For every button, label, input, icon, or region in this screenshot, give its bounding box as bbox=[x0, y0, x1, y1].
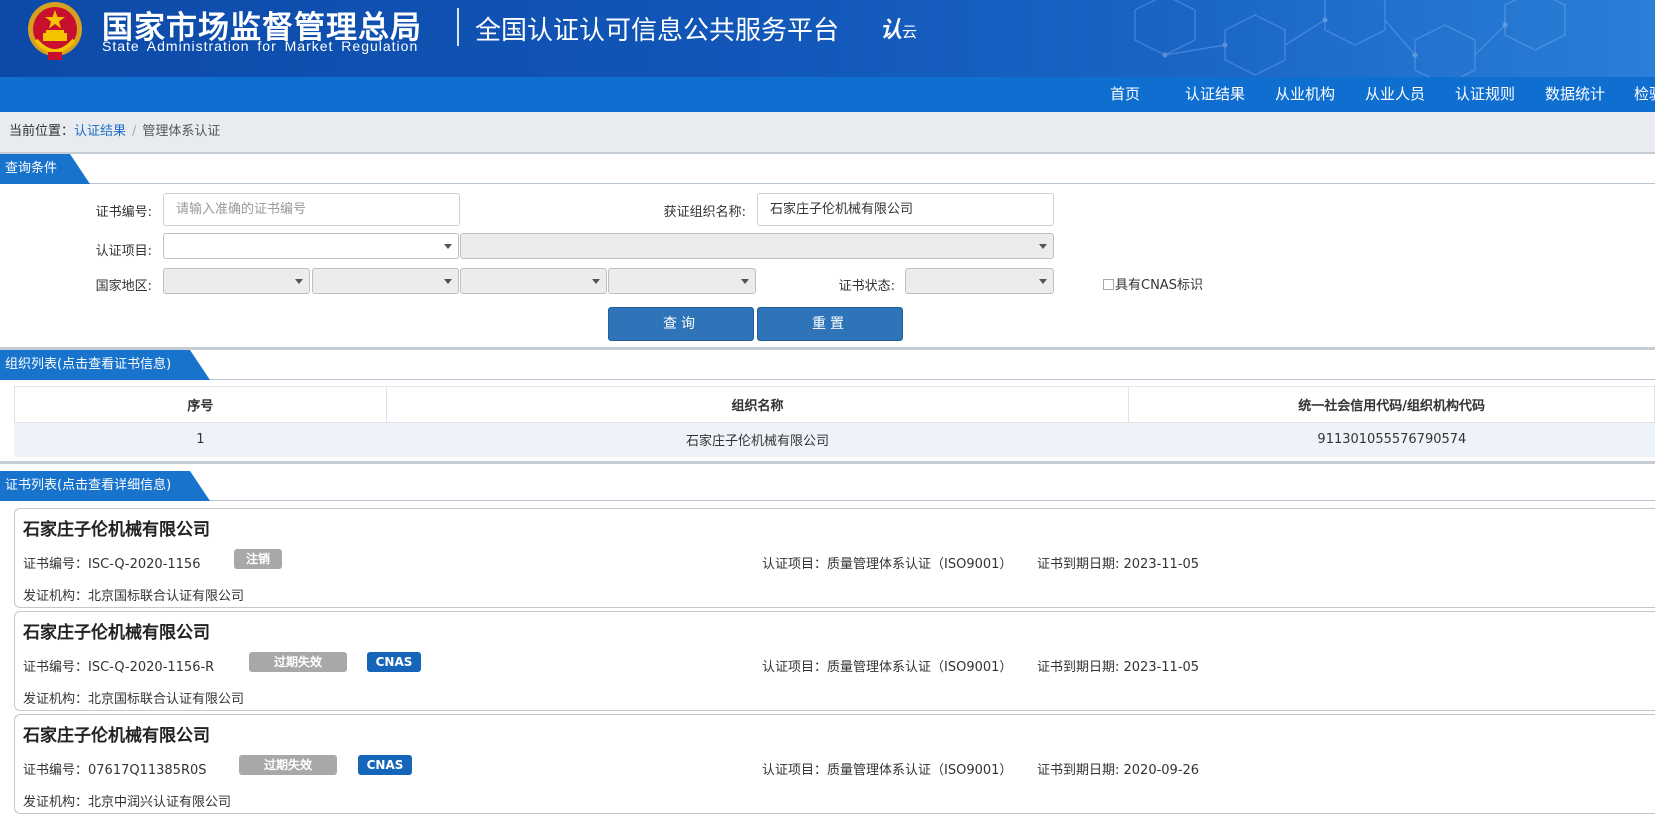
cnas-badge: CNAS bbox=[358, 755, 412, 775]
platform-name: 全国认证认可信息公共服务平台 bbox=[475, 16, 840, 46]
cert-issuer: 发证机构：北京中润兴认证有限公司 bbox=[23, 795, 232, 810]
cnas-checkbox-label: 具有CNAS标识 bbox=[1115, 278, 1203, 293]
cert-org-name: 石家庄子伦机械有限公司 bbox=[23, 520, 210, 540]
chevron-down-icon bbox=[741, 279, 749, 284]
cert-item-select[interactable] bbox=[163, 233, 459, 259]
chevron-down-icon bbox=[295, 279, 303, 284]
brand-logo-text: 认 bbox=[880, 17, 903, 43]
status-select[interactable] bbox=[905, 268, 1054, 294]
header-divider bbox=[457, 8, 459, 46]
breadcrumb-link-cert-results[interactable]: 认证结果 bbox=[74, 124, 126, 139]
org-table-header-row: 序号 组织名称 统一社会信用代码/组织机构代码 bbox=[14, 386, 1655, 423]
status-badge: 过期失效 bbox=[249, 652, 347, 672]
reset-button[interactable]: 重置 bbox=[757, 307, 903, 341]
hexagon-pattern-decoration bbox=[1134, 0, 1566, 77]
cert-org-name: 石家庄子伦机械有限公司 bbox=[23, 623, 210, 643]
cert-project: 认证项目：质量管理体系认证（ISO9001） bbox=[762, 660, 1013, 675]
chevron-down-icon bbox=[1039, 244, 1047, 249]
cnas-checkbox[interactable] bbox=[1103, 279, 1114, 290]
nav-item-cert-rules[interactable]: 认证规则 bbox=[1455, 77, 1515, 112]
status-label: 证书状态: bbox=[838, 279, 895, 294]
region-city-select[interactable] bbox=[460, 268, 607, 294]
cert-card[interactable]: 石家庄子伦机械有限公司 证书编号：ISC-Q-2020-1156 注销 认证项目… bbox=[14, 508, 1655, 608]
section-divider bbox=[0, 461, 1655, 464]
cert-item-label: 认证项目: bbox=[95, 244, 152, 259]
cnas-checkbox-group[interactable]: 具有CNAS标识 bbox=[1103, 274, 1203, 293]
column-header-credit-code: 统一社会信用代码/组织机构代码 bbox=[1128, 386, 1655, 423]
cert-number: 证书编号：ISC-Q-2020-1156-R bbox=[23, 660, 215, 675]
cert-card[interactable]: 石家庄子伦机械有限公司 证书编号：07617Q11385R0S 过期失效 CNA… bbox=[14, 714, 1655, 814]
column-header-index: 序号 bbox=[14, 386, 387, 423]
cert-expiry: 证书到期日期: 2020-09-26 bbox=[1037, 763, 1200, 778]
breadcrumb-separator: / bbox=[132, 124, 137, 139]
nav-item-inspection[interactable]: 检验 bbox=[1634, 77, 1655, 112]
region-label: 国家地区: bbox=[95, 279, 152, 294]
row-credit-code: 911301055576790574 bbox=[1128, 422, 1655, 457]
cert-expiry: 证书到期日期: 2023-11-05 bbox=[1037, 660, 1200, 675]
nav-item-institutions[interactable]: 从业机构 bbox=[1275, 77, 1335, 112]
cert-subitem-select[interactable] bbox=[460, 233, 1054, 259]
nav-item-statistics[interactable]: 数据统计 bbox=[1545, 77, 1605, 112]
chevron-down-icon bbox=[444, 279, 452, 284]
nav-item-cert-results[interactable]: 认证结果 bbox=[1185, 77, 1245, 112]
org-list-section-header: 组织列表(点击查看证书信息) bbox=[0, 350, 1655, 380]
cert-project: 认证项目：质量管理体系认证（ISO9001） bbox=[762, 557, 1013, 572]
table-row[interactable]: 1 石家庄子伦机械有限公司 911301055576790574 bbox=[14, 422, 1655, 457]
query-section-header: 查询条件 bbox=[0, 154, 1655, 184]
cert-list-section-title: 证书列表(点击查看详细信息) bbox=[0, 471, 210, 501]
breadcrumb-prefix: 当前位置： bbox=[9, 124, 75, 139]
status-badge: 过期失效 bbox=[239, 755, 337, 775]
row-index: 1 bbox=[14, 422, 387, 457]
chevron-down-icon bbox=[592, 279, 600, 284]
chevron-down-icon bbox=[444, 244, 452, 249]
site-header: 国家市场监督管理总局 State Administration for Mark… bbox=[0, 0, 1655, 77]
org-name-en: State Administration for Market Regulati… bbox=[102, 38, 419, 54]
org-list-section-title: 组织列表(点击查看证书信息) bbox=[0, 350, 210, 380]
cert-expiry: 证书到期日期: 2023-11-05 bbox=[1037, 557, 1200, 572]
query-section-title: 查询条件 bbox=[0, 154, 90, 184]
column-header-org-name: 组织名称 bbox=[385, 386, 1130, 423]
cnas-badge: CNAS bbox=[367, 652, 421, 672]
national-emblem-icon bbox=[28, 2, 82, 60]
nav-item-personnel[interactable]: 从业人员 bbox=[1365, 77, 1425, 112]
cert-no-input[interactable] bbox=[163, 193, 460, 226]
region-province-select[interactable] bbox=[312, 268, 459, 294]
cert-no-label: 证书编号: bbox=[95, 205, 152, 220]
brand-logo: 认云 bbox=[880, 12, 917, 44]
breadcrumb: 当前位置：认证结果 / 管理体系认证 bbox=[0, 112, 1655, 152]
cert-issuer: 发证机构：北京国标联合认证有限公司 bbox=[23, 589, 245, 604]
cert-card[interactable]: 石家庄子伦机械有限公司 证书编号：ISC-Q-2020-1156-R 过期失效 … bbox=[14, 611, 1655, 711]
cert-number: 证书编号：07617Q11385R0S bbox=[23, 763, 207, 778]
org-name-label: 获证组织名称: bbox=[663, 205, 746, 220]
nav-item-home[interactable]: 首页 bbox=[1110, 77, 1140, 112]
row-org-name: 石家庄子伦机械有限公司 bbox=[385, 422, 1129, 457]
cert-issuer: 发证机构：北京国标联合认证有限公司 bbox=[23, 692, 245, 707]
cert-project: 认证项目：质量管理体系认证（ISO9001） bbox=[762, 763, 1013, 778]
region-country-select[interactable] bbox=[163, 268, 310, 294]
region-district-select[interactable] bbox=[608, 268, 756, 294]
chevron-down-icon bbox=[1039, 279, 1047, 284]
main-nav: 首页 认证结果 从业机构 从业人员 认证规则 数据统计 检验 bbox=[0, 77, 1655, 112]
org-name-input[interactable]: 石家庄子伦机械有限公司 bbox=[757, 193, 1054, 226]
org-table: 序号 组织名称 统一社会信用代码/组织机构代码 1 石家庄子伦机械有限公司 91… bbox=[14, 386, 1655, 457]
status-badge: 注销 bbox=[234, 549, 282, 569]
search-button[interactable]: 查询 bbox=[608, 307, 754, 341]
breadcrumb-current: 管理体系认证 bbox=[142, 124, 221, 139]
cert-number: 证书编号：ISC-Q-2020-1156 bbox=[23, 557, 201, 572]
cert-list-section-header: 证书列表(点击查看详细信息) bbox=[0, 471, 1655, 501]
cert-org-name: 石家庄子伦机械有限公司 bbox=[23, 726, 210, 746]
brand-logo-suffix: 云 bbox=[902, 23, 918, 41]
